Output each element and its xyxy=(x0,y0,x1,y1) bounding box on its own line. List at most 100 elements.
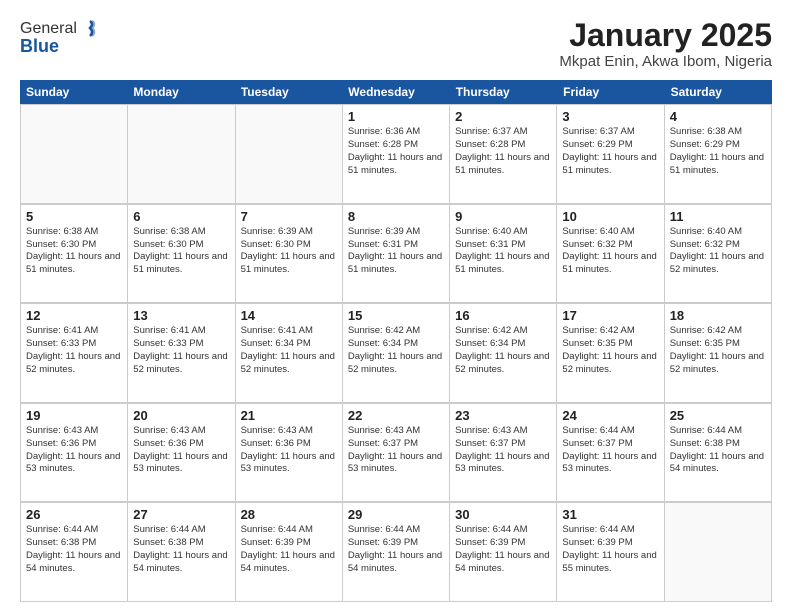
week-2: 5Sunrise: 6:38 AM Sunset: 6:30 PM Daylig… xyxy=(20,204,772,304)
empty-cell xyxy=(128,105,235,204)
day-number: 31 xyxy=(562,507,658,522)
day-cell-12: 12Sunrise: 6:41 AM Sunset: 6:33 PM Dayli… xyxy=(21,304,128,403)
day-number: 4 xyxy=(670,109,766,124)
day-cell-10: 10 Sunrise: 6:40 AM Sunset: 6:32 PM Dayli… xyxy=(557,205,664,304)
day-number: 30 xyxy=(455,507,551,522)
cell-info: Sunrise: 6:38 AM Sunset: 6:29 PM Dayligh… xyxy=(670,126,766,177)
week-5: 26 Sunrise: 6:44 AM Sunset: 6:38 PM Dayli… xyxy=(20,502,772,602)
header-day-monday: Monday xyxy=(127,80,234,104)
day-number: 19 xyxy=(26,408,122,423)
day-cell-6: 6Sunrise: 6:38 AM Sunset: 6:30 PM Daylig… xyxy=(128,205,235,304)
title-block: January 2025 Mkpat Enin, Akwa Ibom, Nige… xyxy=(559,18,772,70)
cell-info: Sunrise: 6:44 AM Sunset: 6:37 PM Dayligh… xyxy=(562,425,658,476)
day-cell-11: 11Sunrise: 6:40 AM Sunset: 6:32 PM Dayli… xyxy=(665,205,772,304)
day-number: 9 xyxy=(455,209,551,224)
cell-info: Sunrise: 6:37 AM Sunset: 6:28 PM Dayligh… xyxy=(455,126,551,177)
calendar: SundayMondayTuesdayWednesdayThursdayFrid… xyxy=(20,80,772,602)
header: General Blue January 2025 Mkpat Enin, Ak… xyxy=(20,18,772,70)
cell-info: Sunrise: 6:44 AM Sunset: 6:38 PM Dayligh… xyxy=(133,524,229,575)
day-cell-3: 3 Sunrise: 6:37 AM Sunset: 6:29 PM Daylig… xyxy=(557,105,664,204)
day-cell-18: 18 Sunrise: 6:42 AM Sunset: 6:35 PM Dayli… xyxy=(665,304,772,403)
cell-info: Sunrise: 6:43 AM Sunset: 6:36 PM Dayligh… xyxy=(133,425,229,476)
day-number: 10 xyxy=(562,209,658,224)
week-1: 1 Sunrise: 6:36 AM Sunset: 6:28 PM Daylig… xyxy=(20,104,772,204)
day-number: 17 xyxy=(562,308,658,323)
day-number: 2 xyxy=(455,109,551,124)
day-number: 18 xyxy=(670,308,766,323)
cell-info: Sunrise: 6:43 AM Sunset: 6:36 PM Dayligh… xyxy=(26,425,122,476)
cell-info: Sunrise: 6:44 AM Sunset: 6:39 PM Dayligh… xyxy=(562,524,658,575)
cell-info: Sunrise: 6:44 AM Sunset: 6:39 PM Dayligh… xyxy=(241,524,337,575)
header-day-thursday: Thursday xyxy=(450,80,557,104)
day-number: 8 xyxy=(348,209,444,224)
day-number: 24 xyxy=(562,408,658,423)
day-cell-8: 8 Sunrise: 6:39 AM Sunset: 6:31 PM Daylig… xyxy=(343,205,450,304)
empty-cell xyxy=(21,105,128,204)
header-day-sunday: Sunday xyxy=(20,80,127,104)
day-cell-14: 14Sunrise: 6:41 AM Sunset: 6:34 PM Dayli… xyxy=(236,304,343,403)
day-cell-7: 7 Sunrise: 6:39 AM Sunset: 6:30 PM Daylig… xyxy=(236,205,343,304)
day-cell-2: 2 Sunrise: 6:37 AM Sunset: 6:28 PM Daylig… xyxy=(450,105,557,204)
day-number: 26 xyxy=(26,507,122,522)
day-number: 28 xyxy=(241,507,337,522)
day-cell-29: 29 Sunrise: 6:44 AM Sunset: 6:39 PM Dayli… xyxy=(343,503,450,602)
cell-info: Sunrise: 6:42 AM Sunset: 6:34 PM Dayligh… xyxy=(455,325,551,376)
day-cell-4: 4 Sunrise: 6:38 AM Sunset: 6:29 PM Daylig… xyxy=(665,105,772,204)
logo-icon xyxy=(79,18,101,40)
cell-info: Sunrise: 6:44 AM Sunset: 6:39 PM Dayligh… xyxy=(348,524,444,575)
day-cell-27: 27 Sunrise: 6:44 AM Sunset: 6:38 PM Dayli… xyxy=(128,503,235,602)
day-cell-21: 21 Sunrise: 6:43 AM Sunset: 6:36 PM Dayli… xyxy=(236,404,343,503)
day-cell-9: 9 Sunrise: 6:40 AM Sunset: 6:31 PM Daylig… xyxy=(450,205,557,304)
cell-info: Sunrise: 6:42 AM Sunset: 6:35 PM Dayligh… xyxy=(670,325,766,376)
day-cell-24: 24 Sunrise: 6:44 AM Sunset: 6:37 PM Dayli… xyxy=(557,404,664,503)
day-cell-22: 22 Sunrise: 6:43 AM Sunset: 6:37 PM Dayli… xyxy=(343,404,450,503)
cell-info: Sunrise: 6:40 AM Sunset: 6:31 PM Dayligh… xyxy=(455,226,551,277)
calendar-body: 1 Sunrise: 6:36 AM Sunset: 6:28 PM Daylig… xyxy=(20,104,772,602)
cell-info: Sunrise: 6:40 AM Sunset: 6:32 PM Dayligh… xyxy=(562,226,658,277)
day-cell-20: 20 Sunrise: 6:43 AM Sunset: 6:36 PM Dayli… xyxy=(128,404,235,503)
cell-info: Sunrise: 6:44 AM Sunset: 6:39 PM Dayligh… xyxy=(455,524,551,575)
calendar-title: January 2025 xyxy=(559,18,772,53)
day-number: 23 xyxy=(455,408,551,423)
day-number: 27 xyxy=(133,507,229,522)
cell-info: Sunrise: 6:43 AM Sunset: 6:37 PM Dayligh… xyxy=(348,425,444,476)
cell-info: Sunrise: 6:38 AM Sunset: 6:30 PM Dayligh… xyxy=(26,226,122,277)
day-cell-25: 25 Sunrise: 6:44 AM Sunset: 6:38 PM Dayli… xyxy=(665,404,772,503)
day-number: 25 xyxy=(670,408,766,423)
day-number: 7 xyxy=(241,209,337,224)
cell-info: Sunrise: 6:44 AM Sunset: 6:38 PM Dayligh… xyxy=(670,425,766,476)
cell-info: Sunrise: 6:37 AM Sunset: 6:29 PM Dayligh… xyxy=(562,126,658,177)
day-number: 12 xyxy=(26,308,122,323)
day-number: 29 xyxy=(348,507,444,522)
day-number: 15 xyxy=(348,308,444,323)
day-cell-30: 30 Sunrise: 6:44 AM Sunset: 6:39 PM Dayli… xyxy=(450,503,557,602)
calendar-header-row: SundayMondayTuesdayWednesdayThursdayFrid… xyxy=(20,80,772,104)
day-number: 21 xyxy=(241,408,337,423)
day-cell-17: 17 Sunrise: 6:42 AM Sunset: 6:35 PM Dayli… xyxy=(557,304,664,403)
day-cell-28: 28 Sunrise: 6:44 AM Sunset: 6:39 PM Dayli… xyxy=(236,503,343,602)
cell-info: Sunrise: 6:39 AM Sunset: 6:31 PM Dayligh… xyxy=(348,226,444,277)
day-cell-19: 19 Sunrise: 6:43 AM Sunset: 6:36 PM Dayli… xyxy=(21,404,128,503)
day-number: 20 xyxy=(133,408,229,423)
cell-info: Sunrise: 6:42 AM Sunset: 6:35 PM Dayligh… xyxy=(562,325,658,376)
header-day-wednesday: Wednesday xyxy=(342,80,449,104)
day-cell-5: 5Sunrise: 6:38 AM Sunset: 6:30 PM Daylig… xyxy=(21,205,128,304)
day-cell-23: 23Sunrise: 6:43 AM Sunset: 6:37 PM Dayli… xyxy=(450,404,557,503)
day-cell-16: 16 Sunrise: 6:42 AM Sunset: 6:34 PM Dayli… xyxy=(450,304,557,403)
week-3: 12Sunrise: 6:41 AM Sunset: 6:33 PM Dayli… xyxy=(20,303,772,403)
day-number: 1 xyxy=(348,109,444,124)
day-number: 22 xyxy=(348,408,444,423)
cell-info: Sunrise: 6:42 AM Sunset: 6:34 PM Dayligh… xyxy=(348,325,444,376)
empty-cell xyxy=(236,105,343,204)
cell-info: Sunrise: 6:41 AM Sunset: 6:34 PM Dayligh… xyxy=(241,325,337,376)
cell-info: Sunrise: 6:36 AM Sunset: 6:28 PM Dayligh… xyxy=(348,126,444,177)
day-number: 3 xyxy=(562,109,658,124)
cell-info: Sunrise: 6:39 AM Sunset: 6:30 PM Dayligh… xyxy=(241,226,337,277)
cell-info: Sunrise: 6:43 AM Sunset: 6:36 PM Dayligh… xyxy=(241,425,337,476)
cell-info: Sunrise: 6:40 AM Sunset: 6:32 PM Dayligh… xyxy=(670,226,766,277)
day-cell-15: 15 Sunrise: 6:42 AM Sunset: 6:34 PM Dayli… xyxy=(343,304,450,403)
day-cell-31: 31 Sunrise: 6:44 AM Sunset: 6:39 PM Dayli… xyxy=(557,503,664,602)
page: General Blue January 2025 Mkpat Enin, Ak… xyxy=(0,0,792,612)
day-cell-26: 26Sunrise: 6:44 AM Sunset: 6:38 PM Dayli… xyxy=(21,503,128,602)
day-number: 16 xyxy=(455,308,551,323)
